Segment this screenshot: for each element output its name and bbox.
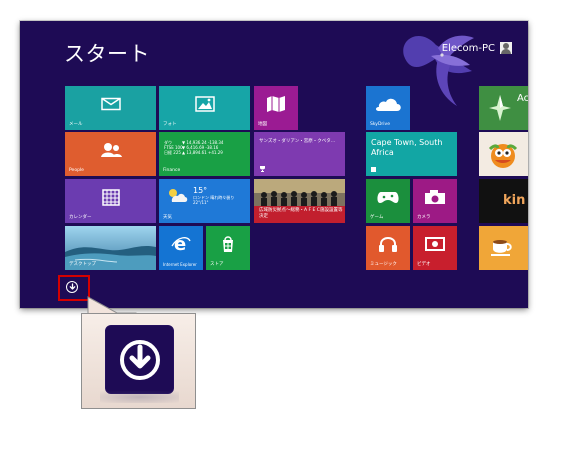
music-label: ミュージック <box>370 261 397 267</box>
game-character-icon <box>488 144 518 168</box>
finance-label: Finance <box>163 167 181 173</box>
mail-label: メール <box>69 121 83 127</box>
camera-icon <box>425 189 445 204</box>
music-tile[interactable]: ミュージック <box>366 226 410 270</box>
partial-app-tile-a[interactable]: Ac <box>479 86 528 130</box>
user-avatar[interactable] <box>500 42 512 54</box>
news-tile[interactable]: サンズオ・ダリアン・宮原・クベタ… <box>254 132 345 176</box>
weather-tile[interactable]: 15° ロンドン 晴れ時々曇り 22°/11° 天気 <box>159 179 250 223</box>
cloud-icon <box>376 98 401 111</box>
weather-details: ロンドン 晴れ時々曇り 22°/11° <box>193 195 235 205</box>
internet-explorer-tile[interactable]: e Internet Explorer <box>159 226 203 270</box>
finance-market-values: ▼ 14,936.24 -138.34 ▼ 6,416.69 -38.16 ▲ … <box>182 140 224 155</box>
camera-tile[interactable]: カメラ <box>413 179 457 223</box>
compass-icon <box>489 95 511 121</box>
maps-tile[interactable]: 地図 <box>254 86 298 130</box>
people-tile[interactable]: People <box>65 132 156 176</box>
photo-news-headline: 広域防災拠点～総務・A F E C施設設置等決定 <box>259 208 343 219</box>
store-icon <box>223 235 233 252</box>
calendar-tile[interactable]: カレンダー <box>65 179 156 223</box>
start-title: スタート <box>64 42 150 66</box>
camera-label: カメラ <box>417 214 431 220</box>
ie-icon: e <box>171 234 191 255</box>
partial-app-tile-c[interactable]: kin <box>479 179 528 223</box>
desktop-tile[interactable]: デスクトップ <box>65 226 156 270</box>
user-name: Elecom-PC <box>441 42 495 54</box>
travel-tile[interactable]: Cape Town, South Africa <box>366 132 457 176</box>
controller-icon <box>377 191 399 203</box>
partial-app-tile-b[interactable] <box>479 132 528 176</box>
video-tile[interactable]: ビデオ <box>413 226 457 270</box>
mail-icon <box>100 98 121 111</box>
weather-temperature: 15° <box>193 186 208 195</box>
cup-icon <box>491 240 512 256</box>
partial-app-a-text: Ac <box>517 93 528 104</box>
user-area[interactable]: Elecom-PC <box>442 42 512 54</box>
zoomed-download-button[interactable] <box>105 325 174 394</box>
partial-app-tile-d[interactable] <box>479 226 528 270</box>
zoomed-download-callout <box>81 313 196 409</box>
photos-tile[interactable]: フォト <box>159 86 250 130</box>
maps-icon <box>267 95 285 112</box>
travel-headline: Cape Town, South Africa <box>371 138 443 157</box>
video-icon <box>425 236 445 251</box>
suitcase-icon <box>371 167 376 172</box>
photos-icon <box>194 96 215 113</box>
zoomed-download-arrow-icon <box>129 344 151 369</box>
people-icon <box>100 143 122 158</box>
callout-reflection <box>100 391 179 403</box>
start-screen-screenshot: スタート Elecom-PC メール フォト 地図 People ダウ FTSE… <box>20 21 528 308</box>
finance-market-names: ダウ FTSE 100 日経 225 <box>164 140 183 155</box>
maps-label: 地図 <box>258 121 267 127</box>
skydrive-tile[interactable]: SkyDrive <box>366 86 410 130</box>
photo-news-tile[interactable]: 広域防災拠点～総務・A F E C施設設置等決定 <box>254 179 345 223</box>
weather-label: 天気 <box>163 214 172 220</box>
partial-app-c-text: kin <box>503 193 526 208</box>
people-label: People <box>69 167 84 173</box>
internet-explorer-label: Internet Explorer <box>163 262 197 267</box>
games-label: ゲーム <box>370 214 384 220</box>
headphones-icon <box>379 236 397 252</box>
calendar-icon <box>101 189 120 207</box>
video-label: ビデオ <box>417 261 431 267</box>
trophy-icon <box>260 166 265 172</box>
store-label: ストア <box>210 261 224 267</box>
finance-tile[interactable]: ダウ FTSE 100 日経 225 ▼ 14,936.24 -138.34 ▼… <box>159 132 250 176</box>
calendar-label: カレンダー <box>69 214 92 220</box>
news-headline: サンズオ・ダリアン・宮原・クベタ… <box>259 139 336 144</box>
skydrive-label: SkyDrive <box>370 121 390 127</box>
mail-tile[interactable]: メール <box>65 86 156 130</box>
games-tile[interactable]: ゲーム <box>366 179 410 223</box>
store-tile[interactable]: ストア <box>206 226 250 270</box>
photos-label: フォト <box>163 121 177 127</box>
desktop-label: デスクトップ <box>69 261 96 267</box>
weather-cloud-icon <box>169 189 188 202</box>
